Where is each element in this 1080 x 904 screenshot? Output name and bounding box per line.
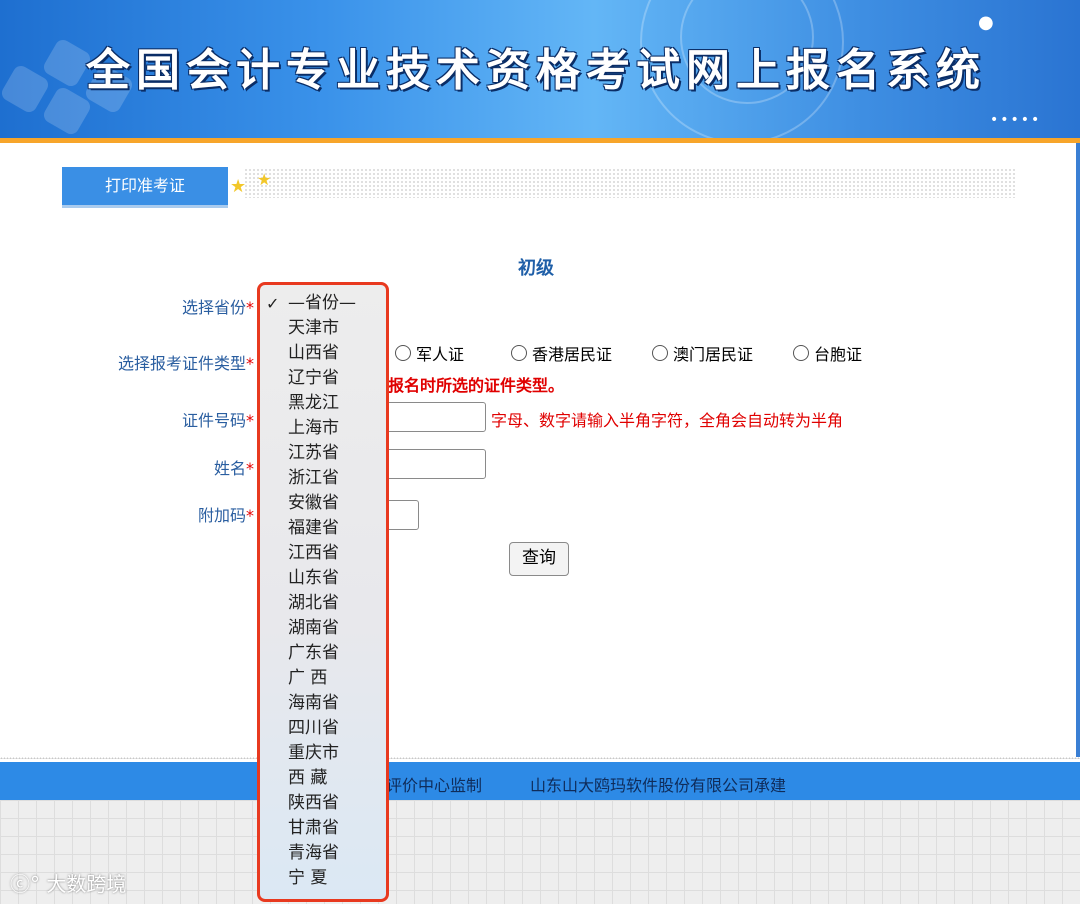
watermark: ⓒ° 大数跨境 bbox=[10, 868, 126, 897]
id-number-label: 证件号码* bbox=[182, 407, 254, 431]
radio-circle[interactable] bbox=[511, 345, 527, 361]
radio-macau-id[interactable]: 澳门居民证 bbox=[652, 341, 753, 365]
province-option[interactable]: 福建省 bbox=[288, 516, 339, 541]
footer-divider bbox=[0, 757, 1080, 759]
radio-circle[interactable] bbox=[793, 345, 809, 361]
required-mark: * bbox=[246, 354, 254, 373]
id-number-hint: 字母、数字请输入半角字符，全角会自动转为半角 bbox=[491, 411, 844, 430]
province-option[interactable]: 安徽省 bbox=[288, 491, 339, 516]
province-option[interactable]: 宁 夏 bbox=[288, 866, 327, 891]
id-number-label-text: 证件号码 bbox=[181, 411, 246, 430]
province-option[interactable]: 辽宁省 bbox=[288, 366, 339, 391]
extra-code-label: 附加码* bbox=[198, 502, 254, 526]
id-number-input[interactable] bbox=[386, 402, 486, 432]
province-dropdown[interactable]: ✓ —省份— 天津市 山西省 辽宁省 黑龙江 上海市 江苏省 浙江省 安徽省 福建省 江西省 山东省湖… bbox=[257, 282, 389, 902]
star-icon: ★ bbox=[257, 170, 272, 189]
province-option[interactable]: 湖北省 bbox=[288, 591, 339, 616]
province-label: 选择省份* bbox=[182, 294, 254, 318]
radio-hongkong-id[interactable]: 香港居民证 bbox=[511, 341, 612, 365]
name-label-text: 姓名 bbox=[213, 459, 246, 478]
province-option[interactable]: 重庆市 bbox=[288, 741, 339, 766]
query-button[interactable]: 查询 bbox=[509, 542, 569, 576]
province-option[interactable]: 山西省 bbox=[288, 341, 339, 366]
name-input[interactable] bbox=[386, 449, 486, 479]
extra-code-label-text: 附加码 bbox=[197, 506, 246, 525]
required-mark: * bbox=[246, 298, 254, 317]
hexagon-decoration bbox=[0, 63, 51, 115]
province-option[interactable]: 广东省 bbox=[288, 641, 339, 666]
province-option[interactable]: 海南省 bbox=[288, 691, 339, 716]
star-icon: ★ bbox=[230, 176, 247, 197]
main-content bbox=[0, 143, 1080, 757]
province-option[interactable]: 甘肃省 bbox=[288, 816, 339, 841]
extra-code-input[interactable] bbox=[386, 500, 419, 530]
province-option[interactable]: 西 藏 bbox=[288, 766, 327, 791]
radio-label: 香港居民证 bbox=[532, 345, 613, 364]
radio-military-id[interactable]: 军人证 bbox=[395, 341, 464, 365]
province-option[interactable]: 山东省 bbox=[288, 566, 339, 591]
radio-circle[interactable] bbox=[395, 345, 411, 361]
name-label: 姓名* bbox=[214, 455, 254, 479]
province-option[interactable]: 天津市 bbox=[288, 316, 339, 341]
province-option[interactable]: 江西省 bbox=[288, 541, 339, 566]
system-title: 全国会计专业技术资格考试网上报名系统 bbox=[86, 45, 986, 96]
id-type-label-text: 选择报考证件类型 bbox=[117, 354, 246, 373]
province-option[interactable]: 广 西 bbox=[288, 666, 327, 691]
province-option[interactable]: 上海市 bbox=[288, 416, 339, 441]
required-mark: * bbox=[246, 459, 254, 478]
province-option[interactable]: 四川省 bbox=[288, 716, 339, 741]
header-banner: ••••• ● 全国会计专业技术资格考试网上报名系统 bbox=[0, 0, 1080, 138]
required-mark: * bbox=[246, 411, 254, 430]
province-option[interactable]: 青海省 bbox=[288, 841, 339, 866]
province-option[interactable]: 黑龙江 bbox=[288, 391, 339, 416]
radio-taiwan-id[interactable]: 台胞证 bbox=[793, 341, 862, 365]
id-type-label: 选择报考证件类型* bbox=[118, 350, 254, 374]
watermark-text: 大数跨境 bbox=[46, 872, 127, 896]
watermark-logo-icon: ⓒ° bbox=[10, 872, 40, 896]
check-icon: ✓ bbox=[266, 294, 280, 313]
footer-contractor-text: 山东山大鸥玛软件股份有限公司承建 bbox=[530, 776, 787, 795]
id-type-note: 报名时所选的证件类型。 bbox=[388, 376, 565, 395]
exam-level-title: 初级 bbox=[518, 258, 554, 279]
radio-label: 澳门居民证 bbox=[673, 345, 754, 364]
required-mark: * bbox=[246, 506, 254, 525]
dots-decoration: ••••• bbox=[990, 112, 1042, 128]
province-option[interactable]: 江苏省 bbox=[288, 441, 339, 466]
radio-circle[interactable] bbox=[652, 345, 668, 361]
radio-label: 军人证 bbox=[416, 345, 465, 364]
dots-decoration: ● bbox=[978, 12, 996, 33]
province-option[interactable]: 浙江省 bbox=[288, 466, 339, 491]
radio-label: 台胞证 bbox=[814, 345, 863, 364]
province-option[interactable]: —省份— bbox=[288, 291, 356, 316]
page-background-grid bbox=[0, 800, 1080, 904]
province-label-text: 选择省份 bbox=[181, 298, 246, 317]
tab-strip-dots bbox=[244, 168, 1016, 198]
tab-print-admission-ticket[interactable]: 打印准考证 bbox=[62, 167, 228, 208]
province-option[interactable]: 湖南省 bbox=[288, 616, 339, 641]
province-option[interactable]: 陕西省 bbox=[288, 791, 339, 816]
